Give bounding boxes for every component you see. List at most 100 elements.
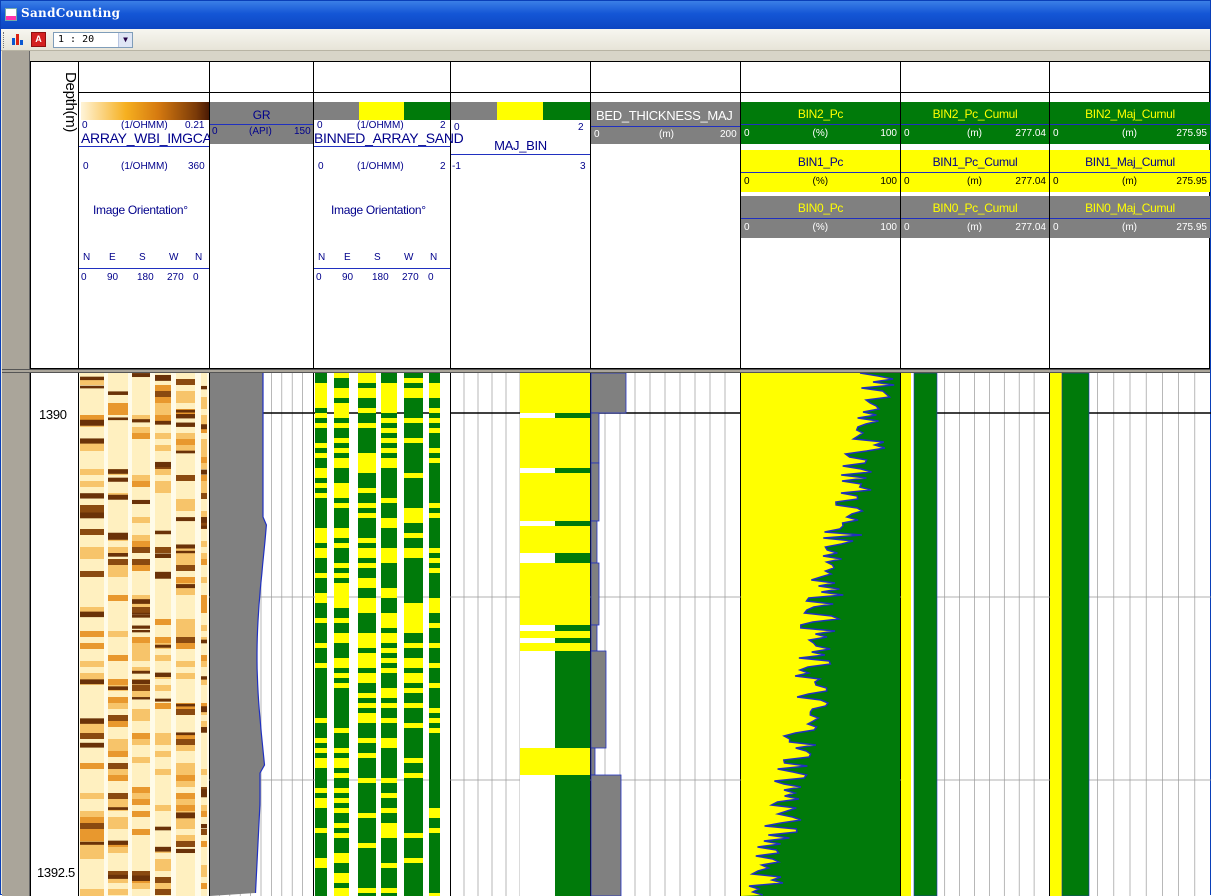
binned-pixel-row: [404, 598, 423, 603]
imgcal-pixel-row: [108, 829, 128, 835]
imgcal-pixel-row: [201, 829, 207, 835]
pc-cumul-bin2-header[interactable]: BIN2_Pc_Cumul 0 (m) 277.04: [901, 102, 1049, 144]
binned-pixel-row: [404, 408, 423, 413]
log-tracks-plot[interactable]: [31, 373, 1211, 896]
binned-pixel-row: [404, 538, 423, 543]
imgcal-pixel-row: [132, 703, 150, 709]
imgcal-dark-streak: [132, 612, 150, 615]
binned-pixel-row: [334, 458, 349, 463]
binned-pixel-row: [334, 398, 349, 403]
binned-pixel-row: [358, 838, 376, 843]
binned-pixel-row: [315, 678, 327, 683]
binned-pixel-row: [334, 808, 349, 813]
binned-pixel-row: [381, 393, 397, 398]
imgcal-pixel-row: [155, 541, 171, 547]
imgcal-pixel-row: [176, 871, 195, 877]
imgcal-pixel-row: [176, 493, 195, 499]
pc-cumul-bin0-header[interactable]: BIN0_Pc_Cumul 0 (m) 277.04: [901, 196, 1049, 238]
binned-pixel-row: [315, 628, 327, 633]
binned-pixel-row: [315, 698, 327, 703]
imgcal-pixel-row: [80, 457, 104, 463]
pc-bin2-header[interactable]: BIN2_Pc 0 (%) 100: [741, 102, 900, 144]
imgcal-pixel-row: [155, 715, 171, 721]
maj-cumul-bin1-header[interactable]: BIN1_Maj_Cumul 0 (m) 275.95: [1050, 150, 1210, 192]
imgcal-degree-4: 0: [193, 272, 199, 283]
binned-pixel-row: [358, 813, 376, 818]
imgcal-pixel-row: [176, 613, 195, 619]
pc-bin0-header[interactable]: BIN0_Pc 0 (%) 100: [741, 196, 900, 238]
imgcal-pixel-row: [155, 745, 171, 751]
pc-bin1-header[interactable]: BIN1_Pc 0 (%) 100: [741, 150, 900, 192]
binned-pixel-row: [315, 753, 327, 758]
imgcal-pixel-row: [201, 883, 207, 889]
chart-icon[interactable]: [10, 32, 25, 47]
maj-cumul-bin0-header[interactable]: BIN0_Maj_Cumul 0 (m) 275.95: [1050, 196, 1210, 238]
imgcal-pixel-row: [132, 553, 150, 559]
binned-pixel-row: [381, 848, 397, 853]
binned-pixel-row: [404, 663, 423, 668]
binned-pixel-row: [429, 738, 440, 743]
binned-pixel-row: [404, 843, 423, 848]
binned-pixel-row: [404, 513, 423, 518]
imgcal-pixel-row: [132, 565, 150, 571]
binned-pixel-row: [429, 463, 440, 468]
binned-pixel-row: [429, 818, 440, 823]
binned-pixel-row: [358, 578, 376, 583]
chevron-down-icon[interactable]: ▼: [118, 33, 132, 47]
binned-pixel-row: [315, 733, 327, 738]
binned-pixel-row: [334, 863, 349, 868]
binned-pixel-row: [404, 583, 423, 588]
imgcal-pixel-row: [108, 487, 128, 493]
binned-pixel-row: [381, 518, 397, 523]
log-body[interactable]: 1390 1392.5: [30, 373, 1211, 896]
binned-pixel-row: [381, 693, 397, 698]
imgcal-pixel-row: [201, 835, 207, 841]
binned-pixel-row: [404, 828, 423, 833]
binned-pixel-row: [381, 553, 397, 558]
imgcal-pixel-row: [155, 385, 171, 391]
imgcal-pixel-row: [80, 649, 104, 655]
imgcal-pixel-row: [176, 595, 195, 601]
imgcal-pixel-row: [108, 823, 128, 829]
binned-pixel-row: [381, 818, 397, 823]
binned-pixel-row: [381, 778, 397, 783]
binned-pixel-row: [429, 628, 440, 633]
binned-pixel-row: [429, 398, 440, 403]
imgcal-pixel-row: [201, 505, 207, 511]
binned-gap: [440, 373, 450, 896]
imgcal-pixel-row: [132, 865, 150, 871]
binned-pixel-row: [334, 453, 349, 458]
binned-pixel-row: [404, 428, 423, 433]
imgcal-pixel-row: [108, 655, 128, 661]
binned-pixel-row: [334, 558, 349, 563]
binned-pixel-row: [381, 858, 397, 863]
binned-pixel-row: [358, 803, 376, 808]
pdf-export-icon[interactable]: A: [31, 32, 46, 47]
imgcal-dark-streak: [80, 680, 104, 685]
imgcal-pixel-row: [176, 709, 195, 715]
scale-dropdown[interactable]: 1 : 20 ▼: [53, 32, 133, 48]
toolbar-grip[interactable]: [3, 32, 6, 48]
imgcal-dark-streak: [155, 374, 171, 381]
imgcal-pixel-row: [155, 661, 171, 667]
imgcal-pixel-row: [80, 877, 104, 883]
imgcal-pixel-row: [132, 403, 150, 409]
imgcal-pixel-row: [201, 553, 207, 559]
imgcal-pixel-row: [132, 655, 150, 661]
imgcal-pixel-row: [201, 631, 207, 637]
binned-pixel-row: [334, 703, 349, 708]
imgcal-dark-streak: [155, 644, 171, 648]
pc-cumul-bin1-header[interactable]: BIN1_Pc_Cumul 0 (m) 277.04: [901, 150, 1049, 192]
imgcal-dark-streak: [155, 672, 171, 677]
maj-cumul-bin2-header[interactable]: BIN2_Maj_Cumul 0 (m) 275.95: [1050, 102, 1210, 144]
title-bar[interactable]: SandCounting: [1, 1, 1210, 29]
binned-pixel-row: [404, 673, 423, 678]
imgcal-pixel-row: [80, 853, 104, 859]
imgcal-dark-streak: [201, 727, 207, 733]
binned-pixel-row: [358, 618, 376, 623]
imgcal-pixel-row: [108, 517, 128, 523]
imgcal-pixel-row: [108, 865, 128, 871]
binned-pixel-row: [429, 533, 440, 538]
imgcal-degree-2: 180: [137, 272, 154, 283]
binned-pixel-row: [381, 543, 397, 548]
